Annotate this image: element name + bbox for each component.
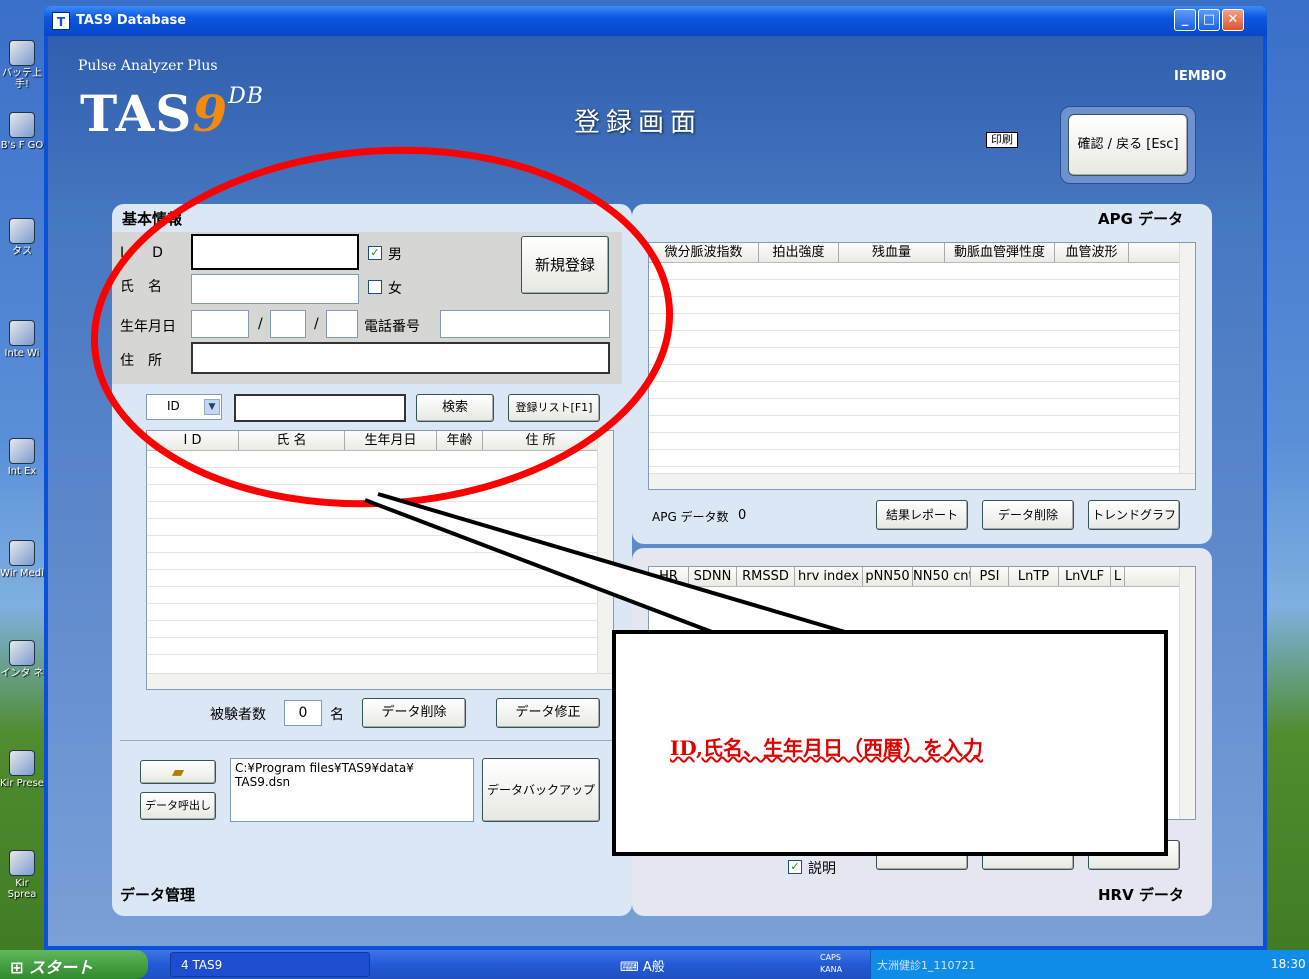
taskbar-task-tas9[interactable]: 4 TAS9 xyxy=(170,952,370,977)
start-button[interactable]: ⊞ スタート xyxy=(0,950,148,979)
ime-bar[interactable]: ⌨ A般 xyxy=(620,956,665,975)
keyboard-icon: ⌨ xyxy=(620,960,643,975)
highlight-ellipse xyxy=(90,146,674,508)
taskbar: ⊞ スタート 4 TAS9 ⌨ A般 CAPS KANA 大洲健診1_11072… xyxy=(0,950,1309,979)
callout-text: ID,氏名、生年月日（西暦）を入力 xyxy=(670,736,983,760)
callout-pointer xyxy=(364,492,847,634)
system-tray: 大洲健診1_110721 18:30 xyxy=(870,950,1309,979)
annotation-overlay xyxy=(90,146,1168,856)
tray-status: 大洲健診1_110721 xyxy=(877,959,976,972)
clock: 18:30 xyxy=(1271,957,1306,971)
windows-logo-icon: ⊞ xyxy=(10,958,29,977)
